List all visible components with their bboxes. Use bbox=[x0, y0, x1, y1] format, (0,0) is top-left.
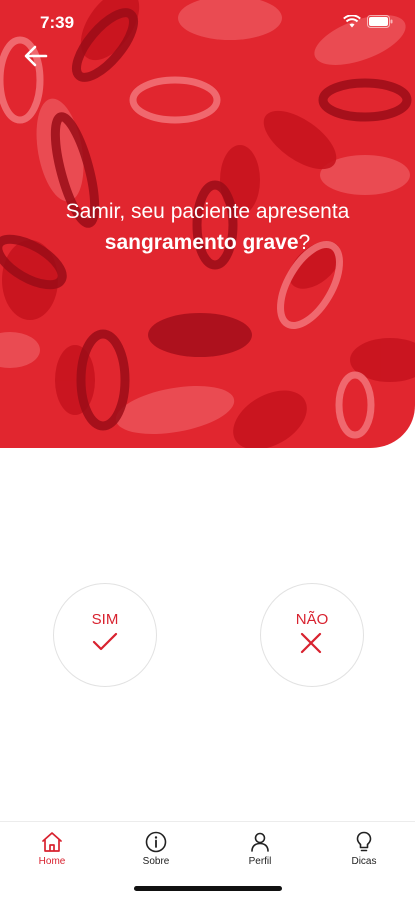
nav-dicas-label: Dicas bbox=[351, 856, 377, 867]
nav-dicas[interactable]: Dicas bbox=[334, 830, 394, 867]
user-icon bbox=[251, 832, 269, 852]
no-button[interactable]: NÃO bbox=[260, 583, 364, 687]
nav-home[interactable]: Home bbox=[22, 830, 82, 867]
status-time: 7:39 bbox=[40, 13, 75, 32]
question-line: Samir, seu paciente apresenta bbox=[65, 200, 350, 223]
yes-label: SIM bbox=[91, 611, 119, 628]
question-text: Samir, seu paciente apresenta sangrament… bbox=[0, 196, 415, 258]
question-mark: ? bbox=[298, 231, 311, 254]
home-indicator[interactable] bbox=[134, 886, 282, 891]
status-icons bbox=[343, 15, 393, 28]
hero-banner: 7:39 Samir, seu paciente apresenta sangr… bbox=[0, 0, 415, 448]
nav-sobre-label: Sobre bbox=[142, 856, 170, 867]
yes-button[interactable]: SIM bbox=[53, 583, 157, 687]
home-icon bbox=[42, 832, 62, 852]
nav-home-label: Home bbox=[38, 856, 66, 867]
back-button[interactable] bbox=[22, 42, 52, 72]
question-emphasis: sangramento grave bbox=[104, 231, 299, 254]
battery-icon bbox=[367, 15, 393, 28]
lightbulb-icon bbox=[356, 831, 372, 852]
nav-perfil-label: Perfil bbox=[248, 856, 272, 867]
wifi-icon bbox=[343, 15, 361, 28]
no-label: NÃO bbox=[295, 611, 329, 628]
nav-sobre[interactable]: Sobre bbox=[126, 830, 186, 867]
check-icon bbox=[92, 632, 118, 651]
nav-perfil[interactable]: Perfil bbox=[230, 830, 290, 867]
info-icon bbox=[145, 831, 167, 853]
close-icon bbox=[300, 632, 322, 654]
status-bar: 7:39 bbox=[0, 0, 415, 44]
arrow-left-icon bbox=[24, 45, 48, 67]
